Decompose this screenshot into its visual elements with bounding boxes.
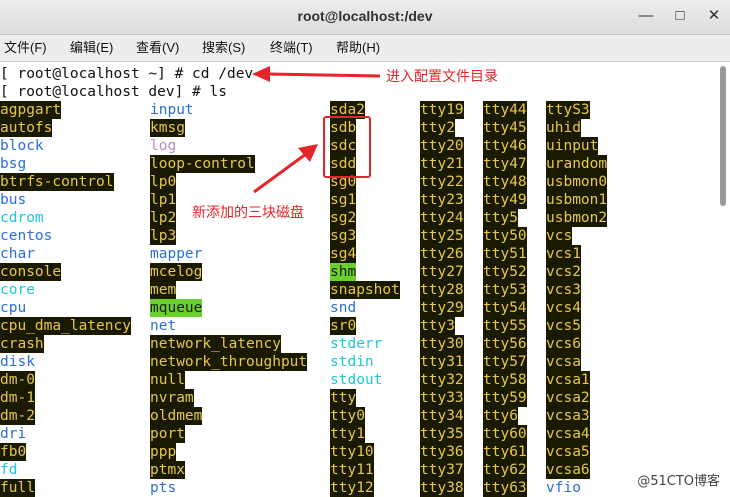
maximize-icon[interactable]: □ — [668, 5, 692, 27]
menu-help[interactable]: 帮助(H) — [336, 35, 380, 61]
title-bar: root@localhost:/dev — □ ✕ — [0, 0, 730, 35]
menu-edit[interactable]: 编辑(E) — [70, 35, 113, 61]
arrow-to-cd — [252, 66, 381, 82]
menu-bar: 文件(F) 编辑(E) 查看(V) 搜索(S) 终端(T) 帮助(H) — [0, 35, 730, 62]
menu-search[interactable]: 搜索(S) — [202, 35, 245, 61]
window-title: root@localhost:/dev — [297, 8, 433, 24]
menu-terminal[interactable]: 终端(T) — [270, 35, 313, 61]
close-icon[interactable]: ✕ — [702, 5, 726, 27]
arrow-to-disks — [253, 144, 318, 194]
annotation-arrows — [252, 66, 381, 194]
terminal-area[interactable]: [ root@localhost ~] # cd /dev [ root@loc… — [0, 62, 730, 497]
menu-view[interactable]: 查看(V) — [136, 35, 179, 61]
menu-file[interactable]: 文件(F) — [4, 35, 47, 61]
minimize-icon[interactable]: — — [634, 5, 658, 27]
watermark: @51CTO博客 — [637, 474, 720, 489]
